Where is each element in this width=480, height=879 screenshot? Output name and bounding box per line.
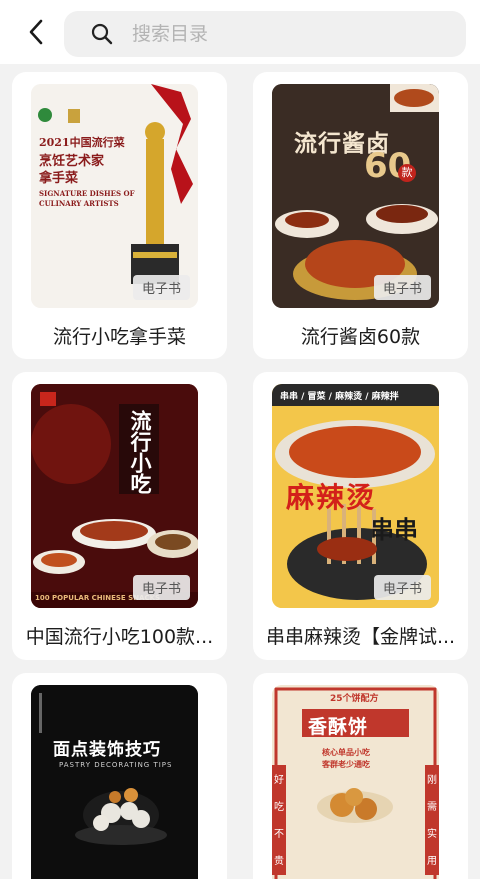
chevron-left-icon xyxy=(29,19,43,45)
book-cover: 面点装饰技巧 PASTRY DECORATING TIPS xyxy=(31,685,198,879)
cover-heading: 流行小吃 xyxy=(128,410,152,494)
cover-heading: 麻辣烫 xyxy=(286,481,377,514)
cover-right-char: 用 xyxy=(427,856,437,867)
book-title: 串串麻辣烫【金牌试... xyxy=(265,626,456,648)
book-title: 流行小吃拿手菜 xyxy=(52,326,186,348)
book-grid: 2021中国流行菜 烹饪艺术家 拿手菜 SIGNATURE DISHES OF … xyxy=(0,64,480,879)
ebook-badge: 电子书 xyxy=(373,275,431,300)
back-button[interactable] xyxy=(18,14,54,50)
book-cover: 流行小吃 100 POPULAR CHINESE SNACKS 电子书 xyxy=(31,384,198,608)
book-card[interactable]: 2021中国流行菜 烹饪艺术家 拿手菜 SIGNATURE DISHES OF … xyxy=(12,72,227,359)
cover-subheading: 串串 xyxy=(370,516,418,544)
cover-left-char: 贵 xyxy=(274,856,284,867)
search-bar[interactable] xyxy=(64,11,466,57)
book-card[interactable]: 面点装饰技巧 PASTRY DECORATING TIPS xyxy=(12,673,227,879)
cover-tagline-line-2: 客群老少通吃 xyxy=(322,760,370,769)
book-title: 流行酱卤60款 xyxy=(300,326,421,348)
cover-year-title: 2021中国流行菜 xyxy=(39,136,125,149)
search-icon xyxy=(90,22,114,46)
cover-left-column: 好 吃 不 贵 xyxy=(273,767,285,875)
book-cover: 流行酱卤 60 款 电子书 xyxy=(272,84,439,308)
book-card[interactable]: 25个饼配方 香酥饼 核心单品小吃 客群老少通吃 好 吃 不 贵 刚 需 实 用 xyxy=(253,673,468,879)
search-input[interactable] xyxy=(132,23,432,45)
book-title: 中国流行小吃100款... xyxy=(25,626,214,648)
cover-left-char: 吃 xyxy=(274,802,284,813)
cover-subtitle-line-1: SIGNATURE DISHES OF xyxy=(39,189,135,198)
book-card[interactable]: 流行小吃 100 POPULAR CHINESE SNACKS 电子书 中国流行… xyxy=(12,372,227,660)
book-card[interactable]: 串串 / 冒菜 / 麻辣烫 / 麻辣拌 麻辣烫 串串 电子书 串串麻辣烫【金牌试… xyxy=(253,372,468,660)
cover-right-char: 需 xyxy=(427,802,437,813)
cover-heading: 香酥饼 xyxy=(308,716,369,738)
cover-right-column: 刚 需 实 用 xyxy=(426,767,438,875)
cover-tagline-line-1: 核心单品小吃 xyxy=(322,748,370,757)
ebook-badge: 电子书 xyxy=(373,575,431,600)
cover-number-badge: 款 xyxy=(398,164,416,182)
cover-categories: 串串 / 冒菜 / 麻辣烫 / 麻辣拌 xyxy=(280,392,399,402)
cover-left-char: 不 xyxy=(274,829,284,840)
cover-right-char: 刚 xyxy=(427,775,437,786)
book-cover: 串串 / 冒菜 / 麻辣烫 / 麻辣拌 麻辣烫 串串 电子书 xyxy=(272,384,439,608)
cover-subtitle: PASTRY DECORATING TIPS xyxy=(59,761,173,769)
cover-top-banner: 25个饼配方 xyxy=(330,694,379,704)
book-cover: 2021中国流行菜 烹饪艺术家 拿手菜 SIGNATURE DISHES OF … xyxy=(31,84,198,308)
top-bar xyxy=(0,0,480,64)
cover-left-char: 好 xyxy=(274,775,284,786)
cover-subtitle-line-2: CULINARY ARTISTS xyxy=(39,199,119,208)
cover-heading-line-2: 拿手菜 xyxy=(39,171,79,186)
cover-right-char: 实 xyxy=(427,829,437,840)
cover-art xyxy=(31,685,198,879)
book-card[interactable]: 流行酱卤 60 款 电子书 流行酱卤60款 xyxy=(253,72,468,359)
ebook-badge: 电子书 xyxy=(132,275,190,300)
book-cover: 25个饼配方 香酥饼 核心单品小吃 客群老少通吃 好 吃 不 贵 刚 需 实 用 xyxy=(272,685,439,879)
ebook-badge: 电子书 xyxy=(132,575,190,600)
cover-heading: 面点装饰技巧 xyxy=(53,740,161,760)
